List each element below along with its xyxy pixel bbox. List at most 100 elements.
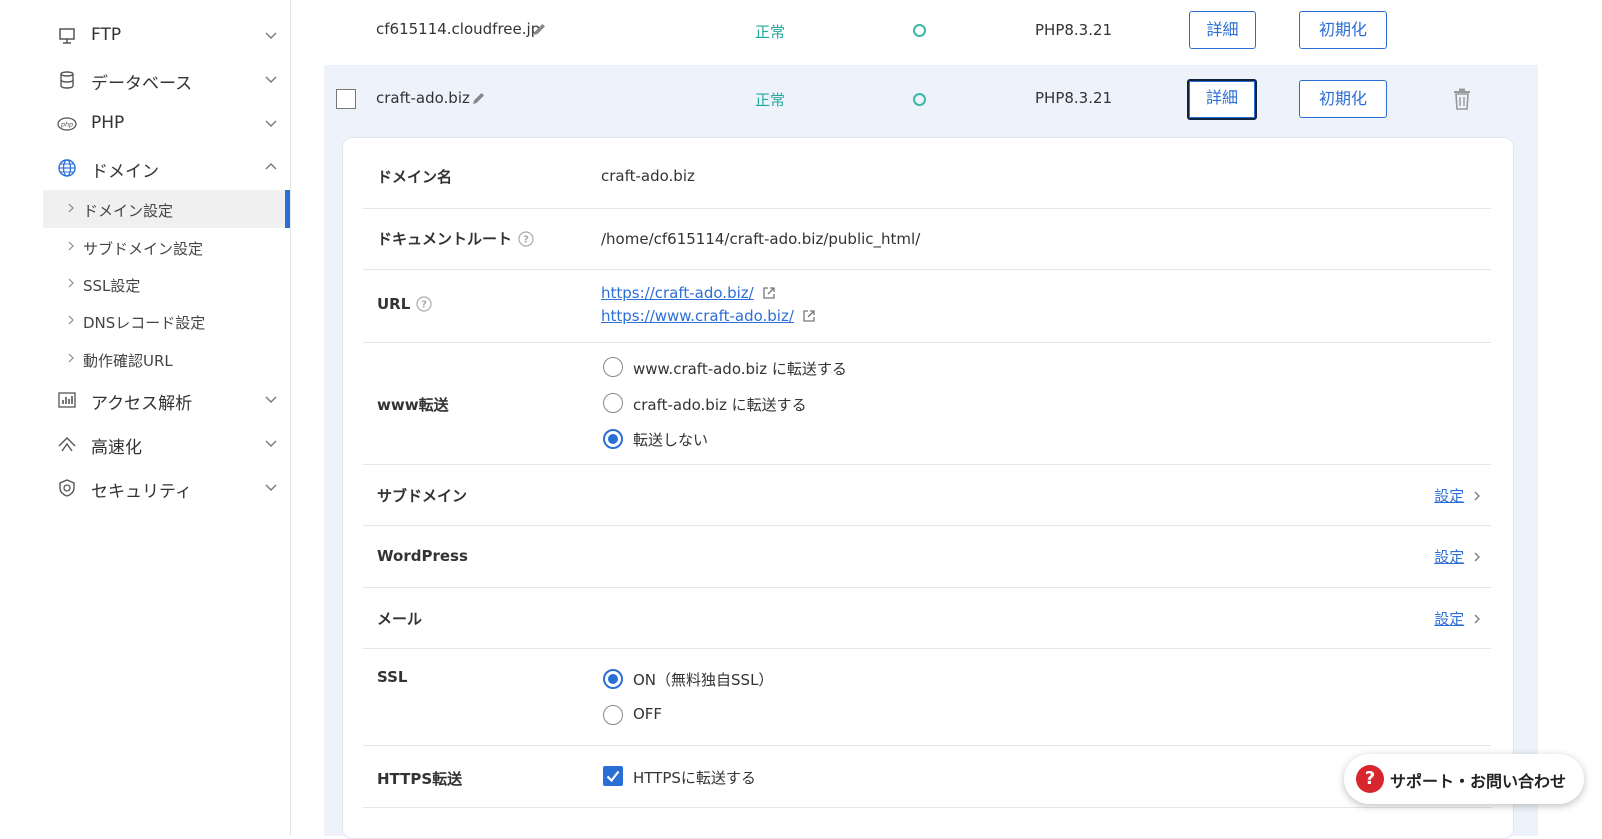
- chevron-down-icon: [265, 440, 277, 447]
- chevron-right-icon: [1474, 491, 1480, 501]
- setting-link-text: 設定: [1434, 487, 1465, 505]
- sidebar-sub-subdomain-settings[interactable]: サブドメイン設定: [43, 228, 290, 266]
- external-link-icon[interactable]: [802, 309, 816, 323]
- radio-ssl-on[interactable]: [603, 669, 623, 689]
- radio-no-redirect[interactable]: [603, 429, 623, 449]
- svg-text:?: ?: [523, 235, 529, 246]
- shield-icon: [59, 479, 75, 497]
- sidebar-sub-label: DNSレコード設定: [83, 314, 206, 332]
- support-label: サポート・お問い合わせ: [1390, 772, 1567, 791]
- radio-label: ON（無料独自SSL）: [633, 671, 774, 689]
- detail-label-text: ドキュメントルート: [377, 230, 513, 248]
- detail-button[interactable]: 詳細: [1189, 11, 1256, 49]
- pencil-icon[interactable]: [532, 22, 547, 37]
- domain-name: craft-ado.biz: [376, 89, 470, 107]
- trash-icon[interactable]: [1452, 88, 1472, 110]
- globe-icon: [58, 159, 76, 177]
- sidebar-item-ftp[interactable]: FTP: [43, 14, 290, 58]
- url-link[interactable]: https://www.craft-ado.biz/: [601, 307, 794, 325]
- help-icon[interactable]: ?: [416, 296, 432, 312]
- detail-label: ドキュメントルート?: [377, 228, 534, 249]
- sidebar-sub-ssl-settings[interactable]: SSL設定: [43, 265, 290, 303]
- pencil-icon[interactable]: [471, 91, 486, 106]
- radio-label: www.craft-ado.biz に転送する: [633, 360, 847, 378]
- chevron-right-icon: [68, 315, 74, 325]
- chevron-right-icon: [1474, 552, 1480, 562]
- chevron-down-icon: [265, 484, 277, 491]
- database-icon: [60, 71, 74, 89]
- php-version: PHP8.3.21: [1035, 89, 1113, 107]
- monitor-icon: [59, 28, 75, 44]
- chevron-right-icon: [68, 241, 74, 251]
- url-link[interactable]: https://craft-ado.biz/: [601, 284, 754, 302]
- detail-label: メール: [377, 610, 423, 628]
- radio-label: craft-ado.biz に転送する: [633, 396, 807, 414]
- chevron-down-icon: [265, 120, 277, 127]
- detail-row-wordpress: WordPress 設定: [363, 525, 1491, 588]
- question-icon: ?: [1356, 765, 1384, 793]
- sidebar-item-label: データベース: [91, 74, 193, 94]
- mail-setting-link[interactable]: 設定: [1434, 608, 1481, 629]
- detail-row-ssl: SSL ON（無料独自SSL） OFF: [363, 648, 1491, 746]
- row-checkbox[interactable]: [336, 89, 356, 109]
- sidebar-item-php[interactable]: php PHP: [43, 102, 290, 146]
- subdomain-setting-link[interactable]: 設定: [1434, 485, 1481, 506]
- sidebar-sub-dns-record-settings[interactable]: DNSレコード設定: [43, 302, 290, 340]
- sidebar-item-speedup[interactable]: 高速化: [43, 422, 290, 466]
- radio-www-redirect[interactable]: [603, 357, 623, 377]
- detail-row-subdomain: サブドメイン 設定: [363, 464, 1491, 526]
- ok-circle-icon: [913, 93, 926, 106]
- sidebar-item-label: FTP: [91, 25, 122, 45]
- chevron-down-icon: [265, 76, 277, 83]
- help-icon[interactable]: ?: [518, 231, 534, 247]
- detail-label: www転送: [377, 396, 449, 414]
- chevron-right-icon: [68, 353, 74, 363]
- php-version: PHP8.3.21: [1035, 21, 1113, 39]
- detail-label: HTTPS転送: [377, 770, 463, 788]
- status-badge: 正常: [755, 91, 786, 109]
- radio-ssl-off[interactable]: [603, 705, 623, 725]
- detail-row-mail: メール 設定: [363, 587, 1491, 649]
- wordpress-setting-link[interactable]: 設定: [1434, 546, 1481, 567]
- php-icon: php: [57, 117, 77, 131]
- detail-label: ドメイン名: [377, 168, 453, 186]
- chevron-right-icon: [68, 203, 74, 213]
- sidebar-item-label: PHP: [91, 113, 125, 133]
- detail-label: SSL: [377, 668, 408, 686]
- detail-button[interactable]: 詳細: [1187, 79, 1257, 120]
- radio-label: 転送しない: [633, 431, 709, 449]
- sidebar-item-domain[interactable]: ドメイン: [43, 146, 290, 190]
- sidebar-item-label: セキュリティ: [91, 482, 192, 502]
- sidebar-item-access-analysis[interactable]: アクセス解析: [43, 378, 290, 422]
- status-badge: 正常: [755, 23, 786, 41]
- sidebar: FTP データベース php PHP ドメイン ドメイン設定 サブドメイン設定 …: [43, 0, 291, 836]
- domain-name: cf615114.cloudfree.jp: [376, 20, 541, 38]
- https-redirect-checkbox[interactable]: [603, 766, 623, 786]
- reset-button[interactable]: 初期化: [1299, 80, 1387, 118]
- chevron-right-icon: [1474, 614, 1480, 624]
- main-content: cf615114.cloudfree.jp 正常 PHP8.3.21 詳細 初期…: [290, 0, 1602, 839]
- left-edge: [0, 0, 44, 836]
- sidebar-sub-label: サブドメイン設定: [83, 240, 204, 258]
- sidebar-item-security[interactable]: セキュリティ: [43, 466, 290, 510]
- detail-row-https-redirect: HTTPS転送 HTTPSに転送する: [363, 745, 1491, 808]
- detail-label: WordPress: [377, 547, 468, 565]
- detail-row-url: URL? https://craft-ado.biz/ https://www.…: [363, 269, 1491, 343]
- ok-circle-icon: [913, 24, 926, 37]
- detail-row-www-redirect: www転送 www.craft-ado.biz に転送する craft-ado.…: [363, 342, 1491, 465]
- sidebar-sub-label: ドメイン設定: [83, 202, 174, 220]
- reset-button[interactable]: 初期化: [1299, 11, 1387, 49]
- external-link-icon[interactable]: [762, 286, 776, 300]
- radio-nonwww-redirect[interactable]: [603, 393, 623, 413]
- support-contact-button[interactable]: ? サポート・お問い合わせ: [1344, 754, 1584, 804]
- sidebar-sub-check-url[interactable]: 動作確認URL: [43, 340, 290, 378]
- check-icon: [606, 770, 620, 783]
- detail-label: URL?: [377, 295, 432, 313]
- domain-value: craft-ado.biz: [601, 167, 695, 185]
- table-row: cf615114.cloudfree.jp 正常 PHP8.3.21 詳細 初期…: [324, 0, 1524, 62]
- checkbox-label: HTTPSに転送する: [633, 769, 756, 787]
- sidebar-sub-domain-settings[interactable]: ドメイン設定: [43, 190, 290, 228]
- detail-label-text: URL: [377, 295, 411, 313]
- svg-text:?: ?: [421, 300, 427, 311]
- sidebar-item-database[interactable]: データベース: [43, 58, 290, 102]
